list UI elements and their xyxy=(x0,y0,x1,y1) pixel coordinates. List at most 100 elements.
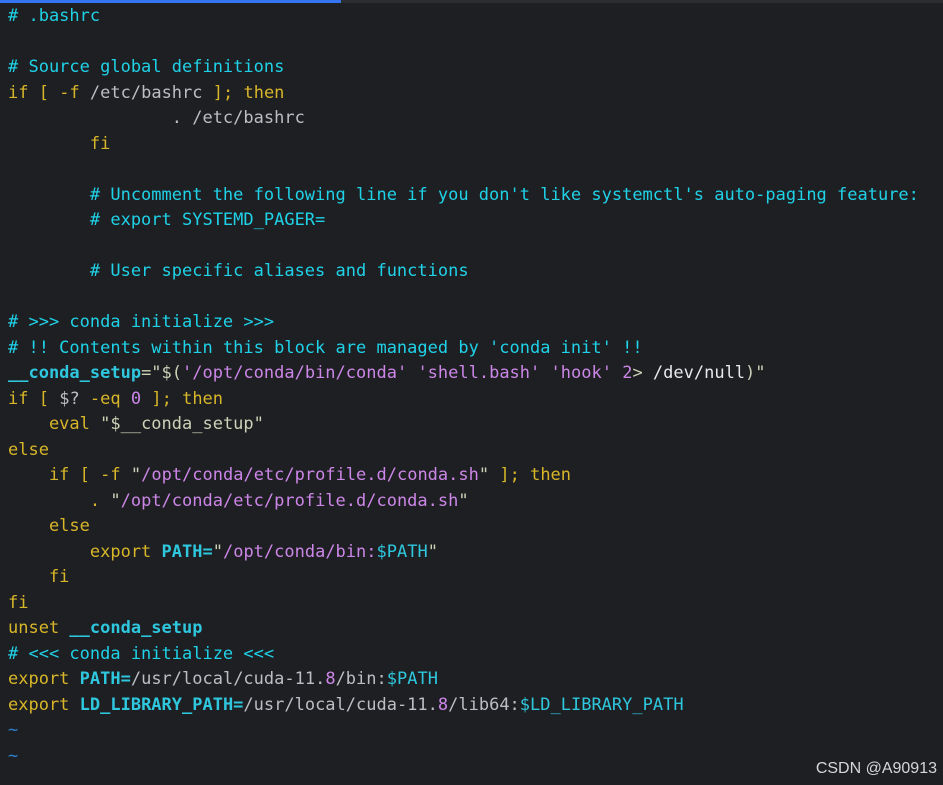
code-token: PATH= xyxy=(161,541,213,562)
code-token: [ xyxy=(28,388,60,409)
code-line[interactable]: unset __conda_setup xyxy=(8,616,943,642)
code-line[interactable]: fi xyxy=(8,591,943,617)
code-token: 'hook' xyxy=(550,363,612,383)
code-line[interactable] xyxy=(8,157,943,183)
code-token: export xyxy=(8,669,80,689)
code-token: fi xyxy=(8,592,29,613)
code-token: __conda_setup xyxy=(8,363,142,383)
code-token: "$__conda_setup" xyxy=(100,414,264,434)
code-token: # <<< conda initialize <<< xyxy=(8,643,275,664)
code-token: 'shell.bash' xyxy=(417,363,541,383)
code-token: ]; xyxy=(212,82,234,103)
code-token: # .bashrc xyxy=(8,6,101,26)
code-token: if xyxy=(8,465,70,485)
code-token: -f xyxy=(59,82,80,103)
vim-editor-buffer[interactable]: # .bashrc # Source global definitions if [… xyxy=(8,4,943,769)
code-line[interactable]: eval "$__conda_setup" xyxy=(8,412,943,438)
code-line[interactable]: fi xyxy=(8,132,943,158)
code-token: 0 xyxy=(130,388,142,409)
code-token: /bin: xyxy=(335,669,387,689)
code-line[interactable]: export PATH=/usr/local/cuda-11.8/bin:$PA… xyxy=(8,667,943,693)
code-token: LD_LIBRARY_PATH= xyxy=(79,694,244,715)
code-token: . /etc/bashrc xyxy=(8,108,305,128)
code-token: ="$( xyxy=(141,363,183,383)
empty-line-marker: ~ xyxy=(8,745,19,766)
code-token: -eq xyxy=(79,388,131,409)
code-token: > xyxy=(632,363,653,383)
code-token: # User specific aliases and functions xyxy=(8,261,469,281)
code-line[interactable]: # Source global definitions xyxy=(8,55,943,81)
code-line[interactable]: # Uncomment the following line if you do… xyxy=(8,183,943,209)
code-token: /etc/bashrc xyxy=(79,82,213,103)
code-token: then xyxy=(519,465,572,485)
code-line[interactable]: __conda_setup="$('/opt/conda/bin/conda' … xyxy=(8,361,943,387)
code-token: " xyxy=(212,541,223,562)
active-tab-indicator[interactable] xyxy=(0,0,341,3)
code-token: " xyxy=(120,465,142,485)
code-line[interactable]: ~ xyxy=(8,744,943,770)
code-token: fi xyxy=(8,567,70,587)
code-token: '/opt/conda/bin/conda' xyxy=(182,363,408,383)
code-token: fi xyxy=(8,133,111,154)
code-line[interactable]: export LD_LIBRARY_PATH=/usr/local/cuda-1… xyxy=(8,693,943,719)
empty-line-marker: ~ xyxy=(8,720,19,740)
code-line[interactable] xyxy=(8,285,943,311)
code-token: # export SYSTEMD_PAGER= xyxy=(8,210,326,230)
code-token: /usr/local/cuda-11. xyxy=(243,694,438,715)
code-token: __conda_setup xyxy=(69,618,203,638)
code-line[interactable]: . "/opt/conda/etc/profile.d/conda.sh" xyxy=(8,489,943,515)
code-token: export xyxy=(8,694,80,715)
code-token: $? xyxy=(59,388,80,409)
code-token: # Uncomment the following line if you do… xyxy=(8,184,919,205)
code-line[interactable]: # >>> conda initialize >>> xyxy=(8,310,943,336)
code-token: else xyxy=(8,439,49,460)
code-token: /dev/null xyxy=(652,363,746,383)
code-token: /usr/local/cuda-11. xyxy=(130,669,326,689)
code-token: # Source global definitions xyxy=(8,57,285,77)
code-line[interactable]: # export SYSTEMD_PAGER= xyxy=(8,208,943,234)
code-line[interactable]: if [ -f "/opt/conda/etc/profile.d/conda.… xyxy=(8,463,943,489)
code-line[interactable]: fi xyxy=(8,565,943,591)
code-line[interactable] xyxy=(8,234,943,260)
code-token: . xyxy=(8,490,111,511)
code-line[interactable]: # User specific aliases and functions xyxy=(8,259,943,285)
code-token: $PATH xyxy=(386,669,438,689)
code-token: [ xyxy=(28,82,60,103)
code-line[interactable]: export PATH="/opt/conda/bin:$PATH" xyxy=(8,540,943,566)
code-token: ]; xyxy=(141,388,172,409)
code-token: 8 xyxy=(437,694,449,715)
code-token: PATH= xyxy=(79,669,131,689)
code-token: " xyxy=(478,465,500,485)
code-token: " xyxy=(110,490,121,511)
code-token: if xyxy=(8,388,29,409)
code-token: eval xyxy=(8,414,101,434)
code-token: [ xyxy=(69,465,101,485)
code-line[interactable]: # .bashrc xyxy=(8,4,943,30)
code-line[interactable]: # !! Contents within this block are mana… xyxy=(8,336,943,362)
code-token: then xyxy=(233,82,285,103)
code-token: 2 xyxy=(622,363,633,383)
code-line[interactable]: else xyxy=(8,514,943,540)
code-token: )" xyxy=(745,363,766,383)
csdn-watermark: CSDN @A90913 xyxy=(815,760,937,777)
code-token: then xyxy=(171,388,224,409)
code-token: " xyxy=(458,490,469,511)
code-token: else xyxy=(8,516,90,536)
code-line[interactable]: # <<< conda initialize <<< xyxy=(8,642,943,668)
code-line[interactable]: if [ $? -eq 0 ]; then xyxy=(8,387,943,413)
code-line[interactable]: if [ -f /etc/bashrc ]; then xyxy=(8,81,943,107)
code-line[interactable]: else xyxy=(8,438,943,464)
code-line[interactable]: ~ xyxy=(8,718,943,744)
code-token: # >>> conda initialize >>> xyxy=(8,312,275,332)
code-token: $PATH xyxy=(376,541,428,562)
code-line[interactable]: . /etc/bashrc xyxy=(8,106,943,132)
code-line[interactable] xyxy=(8,30,943,56)
code-token: " xyxy=(427,541,438,562)
code-token: export xyxy=(8,541,162,562)
code-token: $LD_LIBRARY_PATH xyxy=(519,694,684,715)
code-token: /opt/conda/etc/profile.d/conda.sh xyxy=(120,490,459,511)
code-token: /opt/conda/etc/profile.d/conda.sh xyxy=(141,465,479,485)
